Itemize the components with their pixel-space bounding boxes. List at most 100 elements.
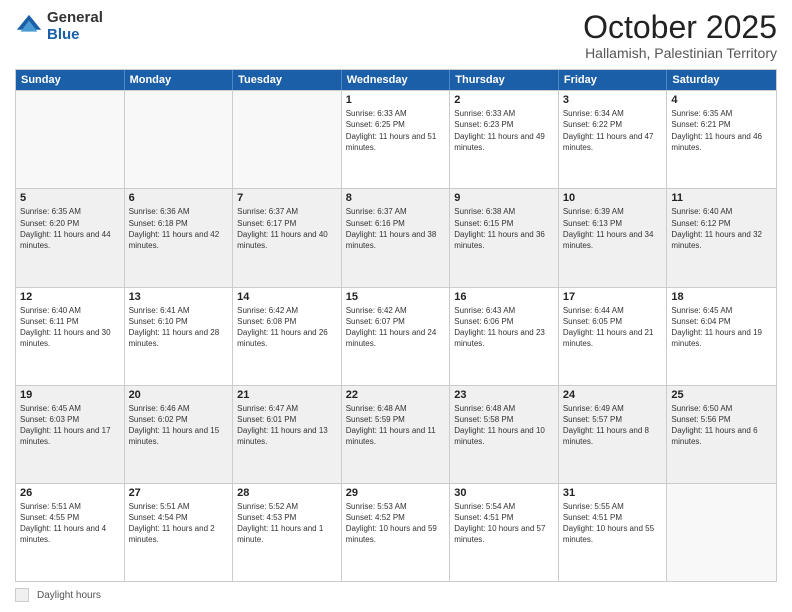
cell-info: Sunrise: 6:45 AMSunset: 6:03 PMDaylight:… — [20, 403, 120, 448]
cell-info: Sunrise: 6:45 AMSunset: 6:04 PMDaylight:… — [671, 305, 772, 350]
day-number: 6 — [129, 192, 229, 204]
day-number: 13 — [129, 291, 229, 303]
cell-info: Sunrise: 6:46 AMSunset: 6:02 PMDaylight:… — [129, 403, 229, 448]
cell-info: Sunrise: 6:50 AMSunset: 5:56 PMDaylight:… — [671, 403, 772, 448]
day-number: 14 — [237, 291, 337, 303]
table-row: 18 Sunrise: 6:45 AMSunset: 6:04 PMDayligh… — [667, 288, 776, 385]
table-row: 19 Sunrise: 6:45 AMSunset: 6:03 PMDayligh… — [16, 386, 125, 483]
table-row: 22 Sunrise: 6:48 AMSunset: 5:59 PMDayligh… — [342, 386, 451, 483]
cell-info: Sunrise: 6:35 AMSunset: 6:20 PMDaylight:… — [20, 206, 120, 251]
cell-info: Sunrise: 6:41 AMSunset: 6:10 PMDaylight:… — [129, 305, 229, 350]
day-number: 24 — [563, 389, 663, 401]
cell-info: Sunrise: 6:43 AMSunset: 6:06 PMDaylight:… — [454, 305, 554, 350]
day-number: 8 — [346, 192, 446, 204]
header-sunday: Sunday — [16, 70, 125, 90]
table-row: 28 Sunrise: 5:52 AMSunset: 4:53 PMDayligh… — [233, 484, 342, 581]
table-row: 9Sunrise: 6:38 AMSunset: 6:15 PMDaylight… — [450, 189, 559, 286]
logo-general: General — [47, 10, 103, 27]
cell-info: Sunrise: 6:48 AMSunset: 5:58 PMDaylight:… — [454, 403, 554, 448]
table-row: 29Sunrise: 5:53 AMSunset: 4:52 PMDayligh… — [342, 484, 451, 581]
calendar-header: Sunday Monday Tuesday Wednesday Thursday… — [16, 70, 776, 90]
legend-label: Daylight hours — [37, 590, 101, 601]
cell-info: Sunrise: 5:54 AMSunset: 4:51 PMDaylight:… — [454, 501, 554, 546]
table-row: 11Sunrise: 6:40 AMSunset: 6:12 PMDayligh… — [667, 189, 776, 286]
day-number: 7 — [237, 192, 337, 204]
logo-icon — [15, 13, 43, 41]
cell-info: Sunrise: 6:42 AMSunset: 6:07 PMDaylight:… — [346, 305, 446, 350]
table-row: 4Sunrise: 6:35 AMSunset: 6:21 PMDaylight… — [667, 91, 776, 188]
table-row — [667, 484, 776, 581]
table-row: 13 Sunrise: 6:41 AMSunset: 6:10 PMDayligh… — [125, 288, 234, 385]
month-title: October 2025 — [583, 10, 777, 45]
cell-info: Sunrise: 6:48 AMSunset: 5:59 PMDaylight:… — [346, 403, 446, 448]
cell-info: Sunrise: 6:49 AMSunset: 5:57 PMDaylight:… — [563, 403, 663, 448]
table-row: 10Sunrise: 6:39 AMSunset: 6:13 PMDayligh… — [559, 189, 668, 286]
day-number: 31 — [563, 487, 663, 499]
header-friday: Friday — [559, 70, 668, 90]
day-number: 18 — [671, 291, 772, 303]
table-row: 16Sunrise: 6:43 AMSunset: 6:06 PMDayligh… — [450, 288, 559, 385]
calendar-row: 1Sunrise: 6:33 AMSunset: 6:25 PMDaylight… — [16, 90, 776, 188]
table-row: 30 Sunrise: 5:54 AMSunset: 4:51 PMDayligh… — [450, 484, 559, 581]
table-row: 20 Sunrise: 6:46 AMSunset: 6:02 PMDayligh… — [125, 386, 234, 483]
logo: General Blue — [15, 10, 103, 43]
calendar-row: 12 Sunrise: 6:40 AMSunset: 6:11 PMDayligh… — [16, 287, 776, 385]
table-row: 2 Sunrise: 6:33 AMSunset: 6:23 PMDaylight… — [450, 91, 559, 188]
day-number: 12 — [20, 291, 120, 303]
cell-info: Sunrise: 6:40 AMSunset: 6:11 PMDaylight:… — [20, 305, 120, 350]
day-number: 15 — [346, 291, 446, 303]
table-row: 6 Sunrise: 6:36 AMSunset: 6:18 PMDaylight… — [125, 189, 234, 286]
table-row: 8 Sunrise: 6:37 AMSunset: 6:16 PMDaylight… — [342, 189, 451, 286]
cell-info: Sunrise: 6:37 AMSunset: 6:17 PMDaylight:… — [237, 206, 337, 251]
table-row: 17Sunrise: 6:44 AMSunset: 6:05 PMDayligh… — [559, 288, 668, 385]
day-number: 19 — [20, 389, 120, 401]
calendar-body: 1Sunrise: 6:33 AMSunset: 6:25 PMDaylight… — [16, 90, 776, 581]
table-row: 26Sunrise: 5:51 AMSunset: 4:55 PMDayligh… — [16, 484, 125, 581]
location-title: Hallamish, Palestinian Territory — [583, 45, 777, 61]
header-thursday: Thursday — [450, 70, 559, 90]
cell-info: Sunrise: 6:38 AMSunset: 6:15 PMDaylight:… — [454, 206, 554, 251]
cell-info: Sunrise: 6:44 AMSunset: 6:05 PMDaylight:… — [563, 305, 663, 350]
day-number: 28 — [237, 487, 337, 499]
table-row: 14Sunrise: 6:42 AMSunset: 6:08 PMDayligh… — [233, 288, 342, 385]
table-row: 27 Sunrise: 5:51 AMSunset: 4:54 PMDayligh… — [125, 484, 234, 581]
table-row: 21 Sunrise: 6:47 AMSunset: 6:01 PMDayligh… — [233, 386, 342, 483]
day-number: 5 — [20, 192, 120, 204]
header-monday: Monday — [125, 70, 234, 90]
cell-info: Sunrise: 6:36 AMSunset: 6:18 PMDaylight:… — [129, 206, 229, 251]
day-number: 10 — [563, 192, 663, 204]
day-number: 30 — [454, 487, 554, 499]
table-row: 23Sunrise: 6:48 AMSunset: 5:58 PMDayligh… — [450, 386, 559, 483]
table-row: 12 Sunrise: 6:40 AMSunset: 6:11 PMDayligh… — [16, 288, 125, 385]
header-tuesday: Tuesday — [233, 70, 342, 90]
day-number: 2 — [454, 94, 554, 106]
day-number: 1 — [346, 94, 446, 106]
header: General Blue October 2025 Hallamish, Pal… — [15, 10, 777, 61]
day-number: 22 — [346, 389, 446, 401]
cell-info: Sunrise: 6:33 AMSunset: 6:23 PMDaylight:… — [454, 108, 554, 153]
calendar-row: 5 Sunrise: 6:35 AMSunset: 6:20 PMDaylight… — [16, 188, 776, 286]
table-row: 24 Sunrise: 6:49 AMSunset: 5:57 PMDayligh… — [559, 386, 668, 483]
cell-info: Sunrise: 6:47 AMSunset: 6:01 PMDaylight:… — [237, 403, 337, 448]
cell-info: Sunrise: 6:40 AMSunset: 6:12 PMDaylight:… — [671, 206, 772, 251]
cell-info: Sunrise: 5:53 AMSunset: 4:52 PMDaylight:… — [346, 501, 446, 546]
footer: Daylight hours — [15, 588, 777, 602]
logo-blue: Blue — [47, 27, 103, 44]
cell-info: Sunrise: 6:37 AMSunset: 6:16 PMDaylight:… — [346, 206, 446, 251]
page: General Blue October 2025 Hallamish, Pal… — [0, 0, 792, 612]
table-row: 7 Sunrise: 6:37 AMSunset: 6:17 PMDaylight… — [233, 189, 342, 286]
day-number: 3 — [563, 94, 663, 106]
day-number: 4 — [671, 94, 772, 106]
day-number: 21 — [237, 389, 337, 401]
logo-text: General Blue — [47, 10, 103, 43]
header-saturday: Saturday — [667, 70, 776, 90]
title-block: October 2025 Hallamish, Palestinian Terr… — [583, 10, 777, 61]
day-number: 26 — [20, 487, 120, 499]
day-number: 20 — [129, 389, 229, 401]
cell-info: Sunrise: 5:52 AMSunset: 4:53 PMDaylight:… — [237, 501, 337, 546]
cell-info: Sunrise: 5:55 AMSunset: 4:51 PMDaylight:… — [563, 501, 663, 546]
day-number: 25 — [671, 389, 772, 401]
calendar: Sunday Monday Tuesday Wednesday Thursday… — [15, 69, 777, 582]
day-number: 27 — [129, 487, 229, 499]
cell-info: Sunrise: 5:51 AMSunset: 4:54 PMDaylight:… — [129, 501, 229, 546]
